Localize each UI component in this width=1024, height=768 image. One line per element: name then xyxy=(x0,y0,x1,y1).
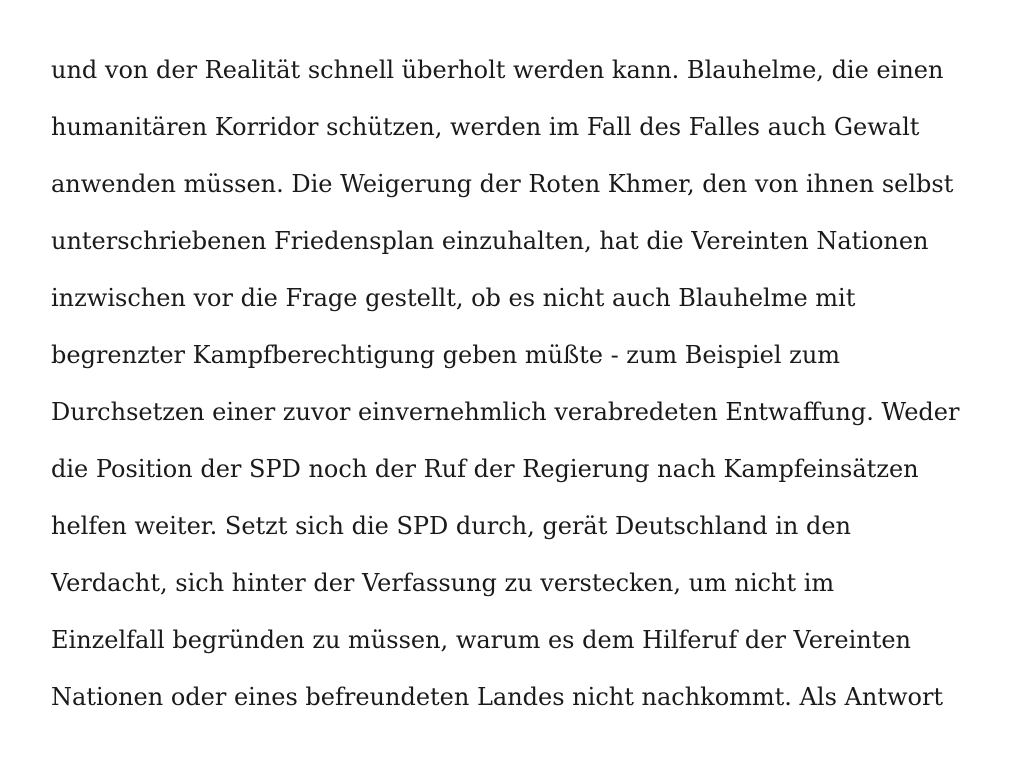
text-line: anwenden müssen. Die Weigerung der Roten… xyxy=(51,170,954,198)
text-line: humanitären Korridor schützen, werden im… xyxy=(51,113,920,141)
text-line: inzwischen vor die Frage gestellt, ob es… xyxy=(51,284,856,312)
text-line: und von der Realität schnell überholt we… xyxy=(51,56,944,84)
text-line: Verdacht, sich hinter der Verfassung zu … xyxy=(51,569,835,597)
text-line: die Position der SPD noch der Ruf der Re… xyxy=(51,455,919,483)
text-line: begrenzter Kampfberechtigung geben müßte… xyxy=(51,341,841,369)
body-text: und von der Realität schnell überholt we… xyxy=(51,52,991,736)
text-line: Nationen oder eines befreundeten Landes … xyxy=(51,683,944,711)
text-line: Einzelfall begründen zu müssen, warum es… xyxy=(51,626,912,654)
text-line: unterschriebenen Friedensplan einzuhalte… xyxy=(51,227,929,255)
document-page: und von der Realität schnell überholt we… xyxy=(0,0,1024,768)
text-line: helfen weiter. Setzt sich die SPD durch,… xyxy=(51,512,851,540)
text-line: Durchsetzen einer zuvor einvernehmlich v… xyxy=(51,398,960,426)
